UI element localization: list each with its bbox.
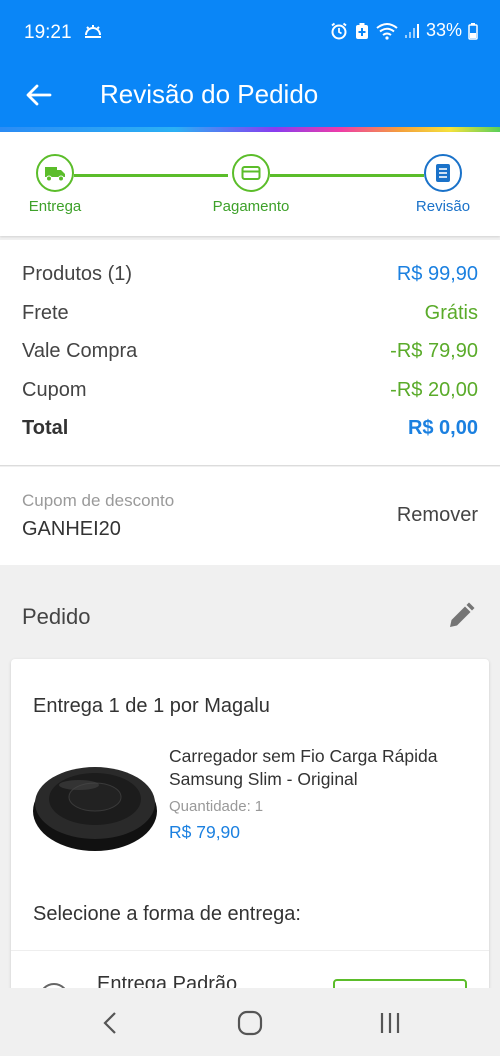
summary-row-vale-compra: Vale Compra -R$ 79,90	[22, 334, 478, 368]
app-bar: Revisão do Pedido	[0, 64, 500, 127]
wifi-icon	[376, 22, 398, 40]
summary-label: Produtos (1)	[22, 262, 133, 285]
page-title: Revisão do Pedido	[100, 79, 319, 109]
delivery-card: Entrega 1 de 1 por Magalu Carregador sem…	[11, 659, 489, 1004]
step-label: Revisão	[415, 198, 471, 215]
summary-row-total: Total R$ 0,00	[22, 411, 478, 445]
status-icons: 33%	[330, 20, 478, 41]
summary-value: R$ 99,90	[396, 262, 478, 285]
step-label: Entrega	[28, 198, 82, 215]
pencil-icon[interactable]	[446, 601, 476, 631]
battery-icon	[468, 22, 478, 40]
summary-row-produtos: Produtos (1) R$ 99,90	[22, 257, 478, 291]
nav-back-icon[interactable]	[96, 1008, 126, 1038]
summary-label: Frete	[22, 301, 69, 324]
quantity-label: Quantidade:	[169, 798, 251, 815]
delivery-select-title: Selecione a forma de entrega:	[33, 903, 301, 925]
battery-percent: 33%	[425, 20, 462, 40]
step-pagamento[interactable]: Pagamento	[211, 154, 291, 215]
status-time: 19:21	[24, 22, 72, 43]
weather-icon	[85, 25, 101, 38]
step-entrega[interactable]: Entrega	[15, 154, 95, 215]
truck-icon	[45, 167, 65, 182]
signal-icon	[404, 23, 419, 38]
nav-recents-icon[interactable]	[375, 1008, 405, 1038]
card-icon	[241, 166, 261, 180]
summary-value: -R$ 20,00	[390, 378, 478, 401]
summary-row-frete: Frete Grátis	[22, 296, 478, 330]
alarm-icon	[331, 22, 347, 39]
product-image	[33, 767, 157, 851]
stepper-line	[74, 174, 228, 177]
checkout-stepper: Entrega Pagamento Revisão	[0, 132, 500, 236]
coupon-code: GANHEI20	[22, 518, 121, 540]
divider	[11, 950, 489, 951]
coupon-section: Cupom de desconto GANHEI20 Remover	[0, 467, 500, 565]
coupon-label: Cupom de desconto	[22, 491, 175, 510]
battery-saver-icon	[355, 22, 368, 39]
summary-label: Total	[22, 416, 69, 439]
nav-home-icon[interactable]	[235, 1008, 265, 1038]
order-title: Pedido	[22, 604, 91, 629]
summary-value: Grátis	[424, 301, 478, 324]
order-section-header: Pedido	[0, 565, 500, 660]
summary-value: -R$ 79,90	[390, 339, 478, 362]
list-icon	[436, 164, 450, 182]
order-summary: Produtos (1) R$ 99,90 Frete Grátis Vale …	[0, 240, 500, 466]
stepper-line	[270, 174, 424, 177]
quantity-value: 1	[254, 798, 264, 815]
remove-coupon-button[interactable]: Remover	[397, 504, 478, 527]
status-bar: 19:21 33%	[0, 0, 500, 64]
step-revisao[interactable]: Revisão	[403, 154, 483, 215]
product-price: R$ 79,90	[169, 822, 241, 842]
summary-label: Cupom	[22, 378, 87, 401]
product-quantity: Quantidade: 1	[169, 798, 263, 815]
summary-label: Vale Compra	[22, 339, 138, 362]
summary-row-cupom: Cupom -R$ 20,00	[22, 373, 478, 407]
step-label: Pagamento	[212, 198, 290, 215]
delivery-title: Entrega 1 de 1 por Magalu	[33, 695, 270, 717]
product-name: Carregador sem Fio Carga Rápida Samsung …	[169, 746, 438, 789]
system-nav-bar	[0, 988, 500, 1056]
summary-total-value: R$ 0,00	[407, 416, 478, 439]
arrow-left-icon[interactable]	[24, 80, 54, 110]
